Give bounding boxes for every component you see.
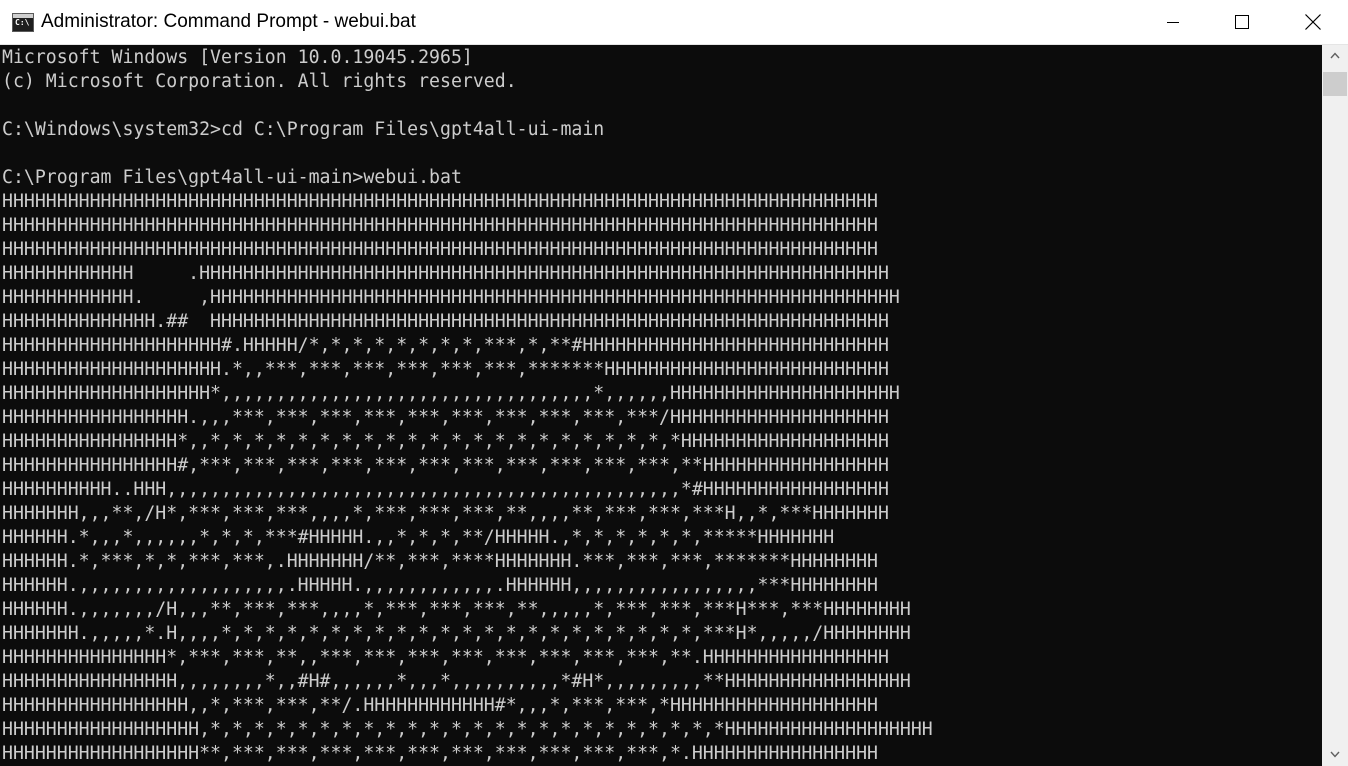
console-line: HHHHHHHHHHHHHHHHHHHHHHHHHHHHHHHHHHHHHHHH… [2, 215, 878, 236]
scroll-up-button[interactable] [1322, 45, 1348, 67]
console-line: HHHHHHHHHHHH .HHHHHHHHHHHHHHHHHHHHHHHHHH… [2, 263, 889, 284]
chevron-up-icon [1330, 52, 1340, 59]
cmd-icon[interactable]: C:\ [12, 13, 34, 32]
console-line: HHHHHH.,,,,,,,/H,,,**,***,***,,,,*,***,*… [2, 599, 911, 620]
scroll-down-button[interactable] [1322, 744, 1348, 766]
console-line: HHHHHHHHHH..HHH,,,,,,,,,,,,,,,,,,,,,,,,,… [2, 479, 889, 500]
console-line: HHHHHHHHHHHHHHHHHHHH.*,,***,***,***,***,… [2, 359, 889, 380]
console-line: C:\Program Files\gpt4all-ui-main>webui.b… [2, 167, 462, 188]
console-line: C:\Windows\system32>cd C:\Program Files\… [2, 119, 605, 140]
cmd-icon-text: C:\ [15, 18, 30, 27]
console-line: (c) Microsoft Corporation. All rights re… [2, 71, 517, 92]
console-output[interactable]: Microsoft Windows [Version 10.0.19045.29… [0, 45, 1322, 766]
console-line: HHHHHH.*,***,*,*,***,***,.HHHHHHH/**,***… [2, 551, 878, 572]
maximize-icon [1235, 15, 1249, 29]
console-line: HHHHHHHHHHHH. ,HHHHHHHHHHHHHHHHHHHHHHHHH… [2, 287, 900, 308]
chevron-down-icon [1330, 751, 1340, 758]
console-line: HHHHHHHHHHHHHHH*,***,***,**,,***,***,***… [2, 647, 889, 668]
close-button[interactable] [1278, 0, 1347, 44]
close-icon [1305, 14, 1321, 30]
console-line: HHHHHHHHHHHHHHHHHHHHHHHHHHHHHHHHHHHHHHHH… [2, 239, 878, 260]
console-line: HHHHHHHHHHHHHH.## HHHHHHHHHHHHHHHHHHHHHH… [2, 311, 889, 332]
console-line: HHHHHHHHHHHHHHHHHHHHHHHHHHHHHHHHHHHHHHHH… [2, 191, 878, 212]
vertical-scrollbar[interactable] [1322, 45, 1348, 766]
minimize-icon [1167, 22, 1179, 23]
console-line: HHHHHHHHHHHHHHHHHHH*,,,,,,,,,,,,,,,,,,,,… [2, 383, 900, 404]
console-line: HHHHHHHHHHHHHHHHHHHH#.HHHHH/*,*,*,*,*,*,… [2, 335, 889, 356]
console-line: HHHHHHHHHHHHHHHH,,,,,,,,*,,#H#,,,,,,*,,,… [2, 671, 911, 692]
console-line: HHHHHH.,,,,,,,,,,,,,,,,,,,.HHHHH.,,,,,,,… [2, 575, 878, 596]
console-line: HHHHHH.*,,,*,,,,,,*,*,*,***#HHHHH.,,*,*,… [2, 527, 835, 548]
console-line: HHHHHHHHHHHHHHHHHH,*,*,*,*,*,*,*,*,*,*,*… [2, 719, 933, 740]
scroll-thumb[interactable] [1323, 72, 1347, 96]
title-bar[interactable]: C:\ Administrator: Command Prompt - webu… [0, 0, 1348, 45]
console-line: HHHHHHHHHHHHHHHH#,***,***,***,***,***,**… [2, 455, 889, 476]
console-line: HHHHHHHHHHHHHHHH*,,*,*,*,*,*,*,*,*,*,*,*… [2, 431, 889, 452]
console-line: HHHHHHHHHHHHHHHHHH**,***,***,***,***,***… [2, 743, 878, 764]
console-line: HHHHHHH,,,**,/H*,***,***,***,,,,*,***,**… [2, 503, 889, 524]
console-line: HHHHHHH.,,,,,*.H,,,,*,*,*,*,*,*,*,*,*,*,… [2, 623, 911, 644]
maximize-button[interactable] [1208, 0, 1277, 44]
console-line: HHHHHHHHHHHHHHHHH.,,,***,***,***,***,***… [2, 407, 889, 428]
minimize-button[interactable] [1139, 0, 1208, 44]
console-line: Microsoft Windows [Version 10.0.19045.29… [2, 47, 473, 68]
window-title: Administrator: Command Prompt - webui.ba… [41, 11, 416, 32]
console-line: HHHHHHHHHHHHHHHHH,,*,***,***,**/.HHHHHHH… [2, 695, 878, 716]
command-prompt-window: C:\ Administrator: Command Prompt - webu… [0, 0, 1348, 766]
